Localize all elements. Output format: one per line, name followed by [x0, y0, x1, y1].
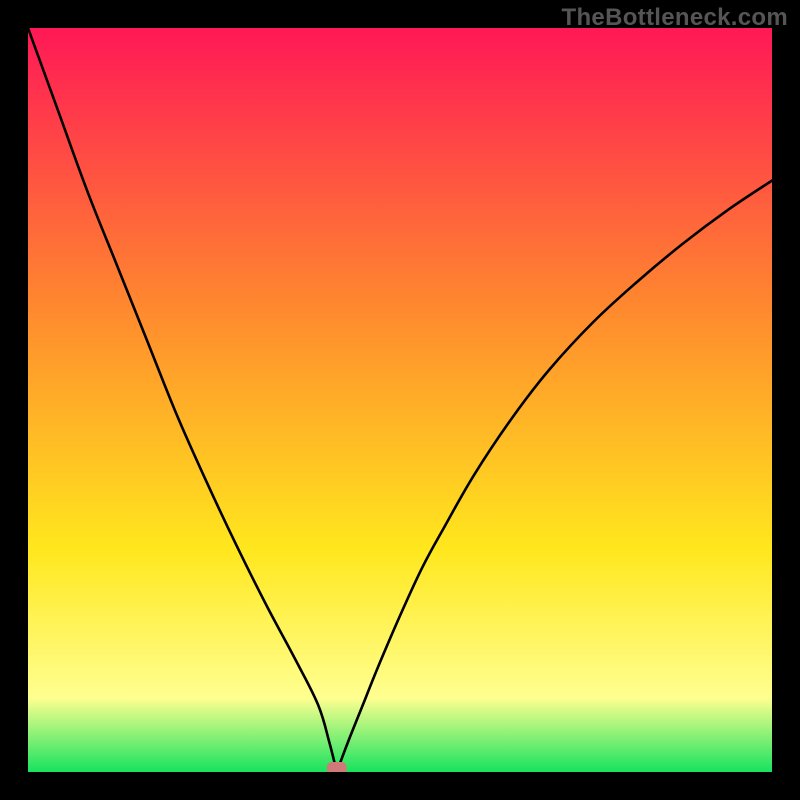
bottleneck-chart	[28, 28, 772, 772]
chart-frame: TheBottleneck.com	[0, 0, 800, 800]
gradient-background	[28, 28, 772, 772]
minimum-marker	[327, 762, 347, 772]
